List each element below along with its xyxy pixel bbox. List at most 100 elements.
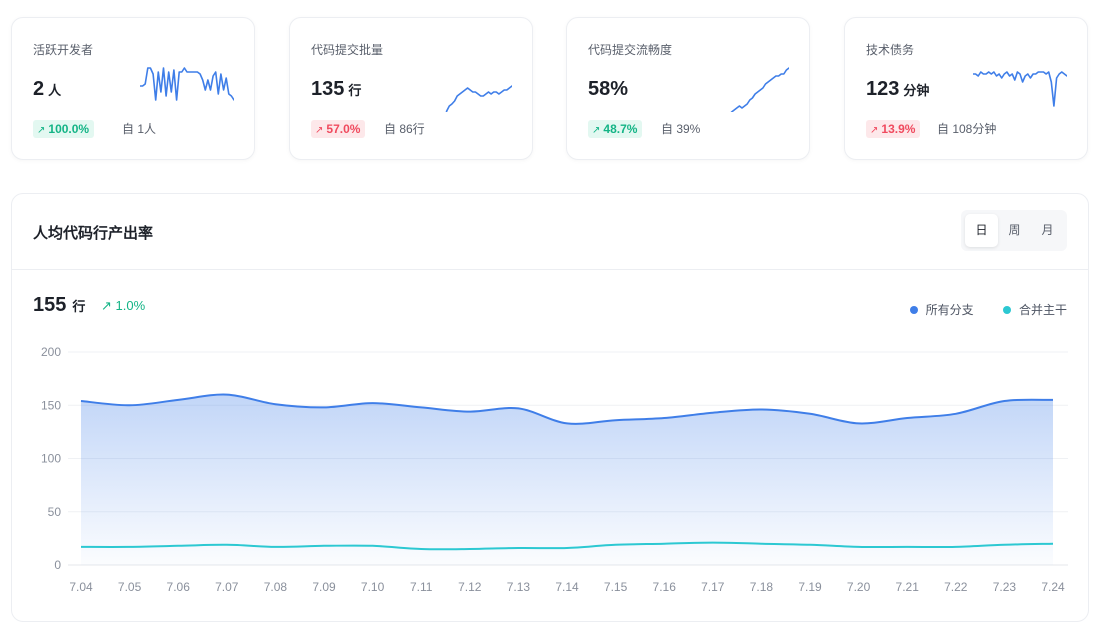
- y-tick-label: 200: [41, 345, 61, 359]
- data-point: [1002, 542, 1007, 547]
- data-point: [1051, 541, 1056, 546]
- tab-week[interactable]: 周: [998, 214, 1031, 247]
- summary-unit: 行: [72, 299, 86, 314]
- data-point: [224, 542, 229, 547]
- data-point: [79, 544, 84, 549]
- kpi-card-active-devs: 活跃开发者 2人 ↗ 100.0% 自 1人: [11, 17, 255, 160]
- x-tick-label: 7.22: [944, 580, 968, 594]
- data-point: [273, 544, 278, 549]
- card-title: 活跃开发者: [33, 43, 94, 57]
- x-tick-label: 7.18: [750, 580, 774, 594]
- card-unit: 行: [348, 83, 362, 98]
- data-point: [905, 416, 910, 421]
- previous-value: 自 39%: [661, 122, 701, 136]
- x-tick-label: 7.23: [993, 580, 1017, 594]
- data-point: [953, 544, 958, 549]
- card-unit: 人: [48, 83, 62, 98]
- data-point: [613, 542, 618, 547]
- card-value: 58%: [588, 78, 629, 100]
- card-title: 技术债务: [866, 43, 915, 57]
- previous-value: 自 86行: [384, 122, 425, 136]
- data-point: [322, 405, 327, 410]
- x-tick-label: 7.16: [653, 580, 677, 594]
- kpi-card-tech-debt: 技术债务 123 分钟 ↗ 13.9% 自 108分钟: [844, 17, 1088, 160]
- data-point: [516, 406, 521, 411]
- tab-day[interactable]: 日: [965, 214, 998, 247]
- legend-item-merged-trunk[interactable]: 合并主干: [1002, 301, 1067, 318]
- previous-value: 自 108分钟: [937, 122, 997, 136]
- card-title: 代码提交批量: [311, 43, 384, 57]
- data-point: [127, 544, 132, 549]
- data-point: [1051, 397, 1056, 402]
- previous-value: 自 1人: [122, 122, 157, 136]
- sparkline-line: [730, 67, 789, 112]
- summary-value: 155 行: [33, 294, 86, 316]
- card-value: 135 行: [311, 78, 362, 100]
- panel-header: 人均代码行产出率 日 周 月: [12, 194, 1088, 270]
- data-point: [224, 392, 229, 397]
- y-tick-label: 0: [54, 558, 61, 572]
- data-point: [176, 397, 181, 402]
- data-point: [808, 542, 813, 547]
- card-unit: 分钟: [903, 83, 930, 98]
- x-tick-label: 7.20: [847, 580, 871, 594]
- x-tick-label: 7.17: [701, 580, 725, 594]
- x-tick-label: 7.04: [69, 580, 93, 594]
- data-point: [565, 545, 570, 550]
- output-rate-panel: 0 50 100 150 200 7.04 7.05 7.06 7.07 7.08 7.09 7.10…: [11, 193, 1089, 622]
- data-point: [953, 411, 958, 416]
- x-tick-label: 7.13: [507, 580, 531, 594]
- x-tick-label: 7.11: [410, 580, 433, 594]
- x-tick-label: 7.21: [896, 580, 920, 594]
- trend-up-icon: ↗: [37, 125, 46, 136]
- kpi-card-commit-fluency: 代码提交流畅度 58% ↗ 48.7% 自 39%: [566, 17, 810, 160]
- data-point: [613, 418, 618, 423]
- x-tick-label: 7.14: [555, 580, 579, 594]
- legend-dot: [1002, 305, 1011, 314]
- data-point: [759, 541, 764, 546]
- card-value: 123 分钟: [866, 78, 930, 100]
- data-point: [1002, 398, 1007, 403]
- summary-change: ↗ 1.0%: [101, 298, 146, 313]
- data-point: [79, 398, 84, 403]
- sparkline-line: [973, 71, 1067, 107]
- x-tick-label: 7.24: [1041, 580, 1065, 594]
- x-tick-label: 7.08: [264, 580, 288, 594]
- data-point: [419, 547, 424, 552]
- card-value: 2人: [33, 78, 62, 100]
- chart-legend: 所有分支 合并主干: [884, 301, 1067, 318]
- change-badge: ↗ 100.0%: [33, 120, 95, 138]
- period-toggle: 日 周 月: [961, 210, 1067, 251]
- data-point: [370, 543, 375, 548]
- sparkline: [973, 71, 1067, 107]
- data-point: [419, 405, 424, 410]
- sparkline: [140, 67, 234, 101]
- data-point: [856, 544, 861, 549]
- x-tick-label: 7.07: [215, 580, 239, 594]
- y-tick-label: 100: [41, 452, 61, 466]
- card-title: 代码提交流畅度: [588, 43, 673, 57]
- trend-up-icon: ↗: [592, 125, 601, 136]
- data-point: [176, 543, 181, 548]
- data-point: [856, 421, 861, 426]
- trend-down-icon: ↗: [315, 125, 324, 136]
- x-tick-label: 7.12: [458, 580, 482, 594]
- trend-up-icon: ↗: [101, 298, 112, 313]
- data-point: [759, 407, 764, 412]
- change-badge: ↗ 13.9%: [866, 120, 921, 138]
- data-point: [127, 403, 132, 408]
- data-point: [273, 402, 278, 407]
- data-point: [467, 547, 472, 552]
- legend-dot: [909, 305, 918, 314]
- data-point: [808, 411, 813, 416]
- x-tick-label: 7.06: [167, 580, 191, 594]
- data-point: [370, 401, 375, 406]
- x-tick-label: 7.19: [798, 580, 822, 594]
- tab-month[interactable]: 月: [1031, 214, 1064, 247]
- data-point: [516, 545, 521, 550]
- data-point: [662, 541, 667, 546]
- legend-item-all-branches[interactable]: 所有分支: [909, 301, 974, 318]
- change-badge: ↗ 57.0%: [311, 120, 366, 138]
- kpi-card-commit-batch: 代码提交批量 135 行 ↗ 57.0% 自 86行: [289, 17, 533, 160]
- trend-down-icon: ↗: [870, 125, 879, 136]
